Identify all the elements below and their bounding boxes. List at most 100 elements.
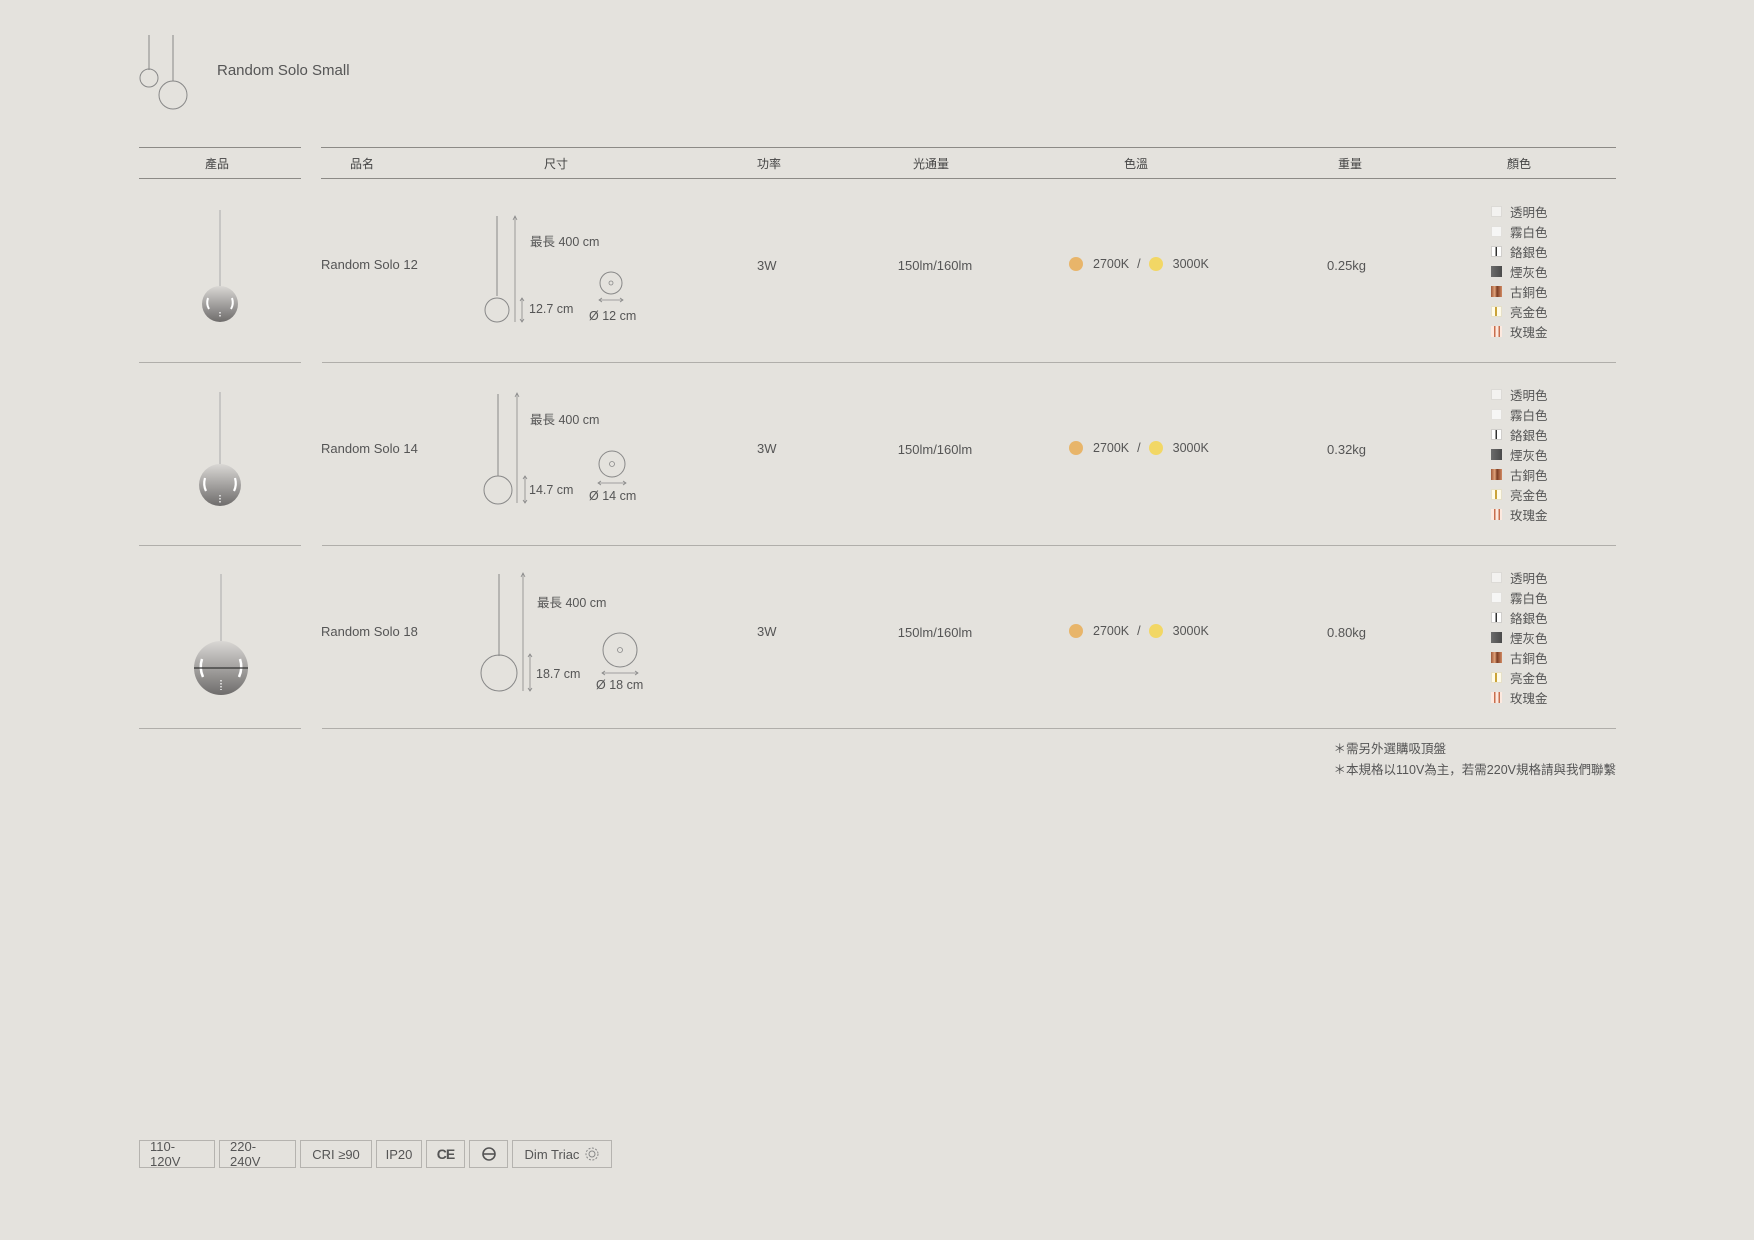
divider: [321, 147, 1616, 148]
column-header-power: 功率: [756, 157, 782, 171]
swatch-white-icon: [1491, 408, 1502, 420]
footnotes: ＊需另外選購吸頂盤 ＊本規格以110V為主，若需220V規格請與我們聯繫: [1334, 739, 1616, 781]
color-temperature: 2700K / 3000K: [1069, 257, 1209, 271]
height-label: 12.7 cm: [529, 302, 574, 316]
column-header-size: 尺寸: [543, 157, 569, 171]
max-length-label: 最長 400 cm: [530, 413, 600, 427]
color-option: 玫瑰金: [1491, 321, 1548, 341]
spec-badges: 110-120V 220-240V CRI ≥90 IP20 CE Dim Tr…: [139, 1139, 612, 1169]
color-option: 亮金色: [1491, 301, 1548, 321]
swatch-gold-icon: [1491, 488, 1502, 500]
diameter-label: Ø 14 cm: [589, 489, 637, 503]
pendant-lamp-12-image: [202, 210, 238, 322]
color-temperature: 2700K / 3000K: [1069, 624, 1209, 638]
lumen-value: 150lm/160lm: [897, 442, 973, 457]
height-label: 18.7 cm: [536, 667, 581, 681]
swatch-chrome-icon: [1491, 245, 1502, 257]
color-option: 鉻銀色: [1491, 241, 1548, 261]
column-header-cct: 色溫: [1123, 157, 1149, 171]
color-option: 玫瑰金: [1491, 504, 1548, 524]
neutral-light-dot-icon: [1148, 441, 1163, 455]
power-value: 3W: [757, 624, 777, 639]
power-value: 3W: [757, 441, 777, 456]
color-option: 霧白色: [1491, 221, 1548, 241]
swatch-smoke-icon: [1491, 265, 1502, 277]
color-option: 霧白色: [1491, 404, 1548, 424]
ce-mark-icon: CE: [426, 1140, 465, 1168]
footnote-2: ＊本規格以110V為主，若需220V規格請與我們聯繫: [1333, 763, 1616, 777]
product-name: Random Solo 14: [321, 441, 418, 456]
column-header-product: 產品: [204, 157, 230, 171]
badge-110v: 110-120V: [139, 1139, 215, 1169]
swatch-chrome-icon: [1491, 428, 1502, 440]
max-length-label: 最長 400 cm: [537, 596, 607, 610]
column-header-weight: 重量: [1337, 157, 1363, 171]
page-title: Random Solo Small: [217, 62, 350, 79]
badge-ip20: IP20: [376, 1140, 422, 1168]
product-name: Random Solo 12: [321, 257, 418, 272]
color-option: 亮金色: [1491, 667, 1548, 687]
weight-value: 0.80kg: [1327, 625, 1367, 640]
row-divider: [322, 545, 1616, 546]
badge-dim-triac: Dim Triac: [512, 1140, 612, 1168]
neutral-light-dot-icon: [1148, 624, 1163, 638]
color-option: 煙灰色: [1491, 261, 1548, 281]
neutral-light-dot-icon: [1148, 257, 1163, 271]
swatch-clear-icon: [1491, 205, 1502, 217]
certification-mark-icon: [469, 1140, 508, 1168]
color-option: 透明色: [1491, 384, 1548, 404]
weight-value: 0.32kg: [1327, 442, 1367, 457]
swatch-bronze-icon: [1491, 651, 1502, 663]
lumen-value: 150lm/160lm: [897, 625, 973, 640]
color-temperature: 2700K / 3000K: [1069, 441, 1209, 455]
row-divider: [139, 545, 301, 546]
badge-cri: CRI ≥90: [300, 1140, 372, 1168]
color-options: 透明色 霧白色 鉻銀色 煙灰色 古銅色 亮金色 玫瑰金: [1491, 201, 1548, 341]
warm-light-dot-icon: [1069, 624, 1083, 638]
divider: [139, 178, 301, 179]
lumen-value: 150lm/160lm: [897, 258, 973, 273]
color-option: 古銅色: [1491, 281, 1548, 301]
pendant-lamp-18-image: [194, 574, 248, 695]
color-option: 玫瑰金: [1491, 687, 1548, 707]
column-header-name: 品名: [349, 157, 375, 171]
row-divider: [139, 362, 301, 363]
badge-220v: 220-240V: [219, 1139, 296, 1169]
row-divider: [322, 362, 1616, 363]
dimmer-icon: [585, 1147, 599, 1161]
swatch-white-icon: [1491, 225, 1502, 237]
color-option: 鉻銀色: [1491, 607, 1548, 627]
color-option: 亮金色: [1491, 484, 1548, 504]
color-options: 透明色 霧白色 鉻銀色 煙灰色 古銅色 亮金色 玫瑰金: [1491, 567, 1548, 707]
row-divider: [139, 728, 301, 729]
product-name: Random Solo 18: [321, 624, 418, 639]
swatch-white-icon: [1491, 591, 1502, 603]
color-options: 透明色 霧白色 鉻銀色 煙灰色 古銅色 亮金色 玫瑰金: [1491, 384, 1548, 524]
swatch-rose-icon: [1491, 508, 1502, 520]
pendant-lamp-14-image: [199, 392, 241, 506]
product-logo-icon: [139, 35, 188, 110]
swatch-bronze-icon: [1491, 468, 1502, 480]
color-option: 煙灰色: [1491, 444, 1548, 464]
column-header-color: 顏色: [1506, 157, 1532, 171]
warm-light-dot-icon: [1069, 257, 1083, 271]
weight-value: 0.25kg: [1327, 258, 1367, 273]
swatch-rose-icon: [1491, 691, 1502, 703]
diameter-label: Ø 18 cm: [596, 678, 644, 692]
column-header-lumen: 光通量: [912, 157, 950, 171]
color-option: 古銅色: [1491, 647, 1548, 667]
swatch-bronze-icon: [1491, 285, 1502, 297]
swatch-rose-icon: [1491, 325, 1502, 337]
divider: [321, 178, 1616, 179]
warm-light-dot-icon: [1069, 441, 1083, 455]
swatch-gold-icon: [1491, 671, 1502, 683]
swatch-clear-icon: [1491, 571, 1502, 583]
color-option: 鉻銀色: [1491, 424, 1548, 444]
footnote-1: ＊需另外選購吸頂盤: [1333, 742, 1447, 756]
max-length-label: 最長 400 cm: [530, 235, 600, 249]
diameter-label: Ø 12 cm: [589, 309, 637, 323]
height-label: 14.7 cm: [529, 483, 574, 497]
color-option: 透明色: [1491, 201, 1548, 221]
color-option: 霧白色: [1491, 587, 1548, 607]
swatch-smoke-icon: [1491, 448, 1502, 460]
